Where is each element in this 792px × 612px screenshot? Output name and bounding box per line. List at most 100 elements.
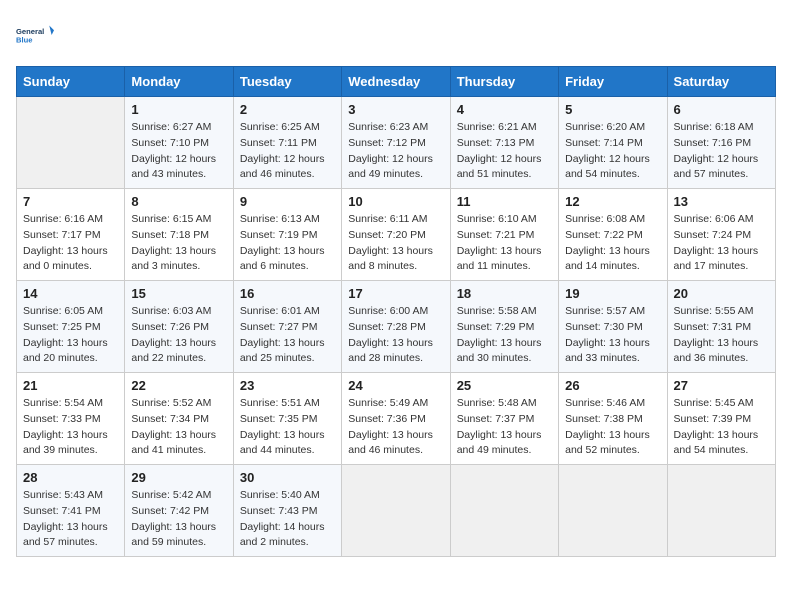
calendar-cell bbox=[450, 465, 558, 557]
day-info: Sunrise: 6:23 AM Sunset: 7:12 PM Dayligh… bbox=[348, 120, 443, 183]
logo: General Blue bbox=[16, 16, 54, 54]
day-info: Sunrise: 6:05 AM Sunset: 7:25 PM Dayligh… bbox=[23, 304, 118, 367]
day-number: 7 bbox=[23, 194, 118, 209]
calendar-cell: 9 Sunrise: 6:13 AM Sunset: 7:19 PM Daylig… bbox=[233, 189, 341, 281]
calendar-cell: 17Sunrise: 6:00 AM Sunset: 7:28 PM Dayli… bbox=[342, 281, 450, 373]
calendar-cell: 26 Sunrise: 5:46 AM Sunset: 7:38 PM Dayli… bbox=[559, 373, 667, 465]
calendar-cell: 6 Sunrise: 6:18 AM Sunset: 7:16 PM Daylig… bbox=[667, 97, 775, 189]
week-row-0: 1 Sunrise: 6:27 AM Sunset: 7:10 PM Daylig… bbox=[17, 97, 776, 189]
calendar-cell: 29 Sunrise: 5:42 AM Sunset: 7:42 PM Dayli… bbox=[125, 465, 233, 557]
day-number: 25 bbox=[457, 378, 552, 393]
day-number: 22 bbox=[131, 378, 226, 393]
calendar-cell: 8 Sunrise: 6:15 AM Sunset: 7:18 PM Daylig… bbox=[125, 189, 233, 281]
calendar-cell: 25 Sunrise: 5:48 AM Sunset: 7:37 PM Dayli… bbox=[450, 373, 558, 465]
calendar-table: SundayMondayTuesdayWednesdayThursdayFrid… bbox=[16, 66, 776, 557]
calendar-cell: 5 Sunrise: 6:20 AM Sunset: 7:14 PM Daylig… bbox=[559, 97, 667, 189]
day-number: 26 bbox=[565, 378, 660, 393]
day-info: Sunrise: 5:48 AM Sunset: 7:37 PM Dayligh… bbox=[457, 396, 552, 459]
day-info: Sunrise: 5:54 AM Sunset: 7:33 PM Dayligh… bbox=[23, 396, 118, 459]
day-info: Sunrise: 5:52 AM Sunset: 7:34 PM Dayligh… bbox=[131, 396, 226, 459]
svg-text:General: General bbox=[16, 27, 44, 36]
day-info: Sunrise: 6:16 AM Sunset: 7:17 PM Dayligh… bbox=[23, 212, 118, 275]
calendar-cell: 10 Sunrise: 6:11 AM Sunset: 7:20 PM Dayli… bbox=[342, 189, 450, 281]
header-wednesday: Wednesday bbox=[342, 67, 450, 97]
day-info: Sunrise: 5:42 AM Sunset: 7:42 PM Dayligh… bbox=[131, 488, 226, 551]
calendar-cell: 21Sunrise: 5:54 AM Sunset: 7:33 PM Dayli… bbox=[17, 373, 125, 465]
day-number: 20 bbox=[674, 286, 769, 301]
calendar-cell: 12 Sunrise: 6:08 AM Sunset: 7:22 PM Dayli… bbox=[559, 189, 667, 281]
day-number: 9 bbox=[240, 194, 335, 209]
day-info: Sunrise: 5:55 AM Sunset: 7:31 PM Dayligh… bbox=[674, 304, 769, 367]
calendar-cell: 18 Sunrise: 5:58 AM Sunset: 7:29 PM Dayli… bbox=[450, 281, 558, 373]
calendar-cell: 4Sunrise: 6:21 AM Sunset: 7:13 PM Daylig… bbox=[450, 97, 558, 189]
day-info: Sunrise: 6:20 AM Sunset: 7:14 PM Dayligh… bbox=[565, 120, 660, 183]
day-number: 10 bbox=[348, 194, 443, 209]
day-number: 15 bbox=[131, 286, 226, 301]
day-number: 18 bbox=[457, 286, 552, 301]
day-number: 12 bbox=[565, 194, 660, 209]
day-number: 6 bbox=[674, 102, 769, 117]
day-info: Sunrise: 5:46 AM Sunset: 7:38 PM Dayligh… bbox=[565, 396, 660, 459]
day-info: Sunrise: 5:45 AM Sunset: 7:39 PM Dayligh… bbox=[674, 396, 769, 459]
day-info: Sunrise: 6:11 AM Sunset: 7:20 PM Dayligh… bbox=[348, 212, 443, 275]
day-info: Sunrise: 6:01 AM Sunset: 7:27 PM Dayligh… bbox=[240, 304, 335, 367]
day-number: 5 bbox=[565, 102, 660, 117]
header-saturday: Saturday bbox=[667, 67, 775, 97]
day-info: Sunrise: 5:40 AM Sunset: 7:43 PM Dayligh… bbox=[240, 488, 335, 551]
day-number: 13 bbox=[674, 194, 769, 209]
day-info: Sunrise: 6:15 AM Sunset: 7:18 PM Dayligh… bbox=[131, 212, 226, 275]
day-number: 8 bbox=[131, 194, 226, 209]
day-info: Sunrise: 5:43 AM Sunset: 7:41 PM Dayligh… bbox=[23, 488, 118, 551]
calendar-cell: 16 Sunrise: 6:01 AM Sunset: 7:27 PM Dayli… bbox=[233, 281, 341, 373]
day-number: 1 bbox=[131, 102, 226, 117]
day-info: Sunrise: 6:27 AM Sunset: 7:10 PM Dayligh… bbox=[131, 120, 226, 183]
day-info: Sunrise: 6:10 AM Sunset: 7:21 PM Dayligh… bbox=[457, 212, 552, 275]
day-number: 3 bbox=[348, 102, 443, 117]
page-header: General Blue bbox=[16, 16, 776, 54]
day-info: Sunrise: 6:06 AM Sunset: 7:24 PM Dayligh… bbox=[674, 212, 769, 275]
week-row-2: 14 Sunrise: 6:05 AM Sunset: 7:25 PM Dayli… bbox=[17, 281, 776, 373]
calendar-cell: 13 Sunrise: 6:06 AM Sunset: 7:24 PM Dayli… bbox=[667, 189, 775, 281]
calendar-cell bbox=[667, 465, 775, 557]
day-info: Sunrise: 6:25 AM Sunset: 7:11 PM Dayligh… bbox=[240, 120, 335, 183]
week-row-4: 28 Sunrise: 5:43 AM Sunset: 7:41 PM Dayli… bbox=[17, 465, 776, 557]
calendar-cell: 20 Sunrise: 5:55 AM Sunset: 7:31 PM Dayli… bbox=[667, 281, 775, 373]
day-info: Sunrise: 6:13 AM Sunset: 7:19 PM Dayligh… bbox=[240, 212, 335, 275]
svg-text:Blue: Blue bbox=[16, 36, 32, 45]
calendar-cell: 15 Sunrise: 6:03 AM Sunset: 7:26 PM Dayli… bbox=[125, 281, 233, 373]
calendar-cell: 11Sunrise: 6:10 AM Sunset: 7:21 PM Dayli… bbox=[450, 189, 558, 281]
calendar-cell: 24 Sunrise: 5:49 AM Sunset: 7:36 PM Dayli… bbox=[342, 373, 450, 465]
calendar-cell: 2 Sunrise: 6:25 AM Sunset: 7:11 PM Daylig… bbox=[233, 97, 341, 189]
day-number: 30 bbox=[240, 470, 335, 485]
day-info: Sunrise: 5:49 AM Sunset: 7:36 PM Dayligh… bbox=[348, 396, 443, 459]
day-info: Sunrise: 6:21 AM Sunset: 7:13 PM Dayligh… bbox=[457, 120, 552, 183]
calendar-cell: 7 Sunrise: 6:16 AM Sunset: 7:17 PM Daylig… bbox=[17, 189, 125, 281]
header-monday: Monday bbox=[125, 67, 233, 97]
day-info: Sunrise: 5:57 AM Sunset: 7:30 PM Dayligh… bbox=[565, 304, 660, 367]
day-info: Sunrise: 6:18 AM Sunset: 7:16 PM Dayligh… bbox=[674, 120, 769, 183]
calendar-cell: 28 Sunrise: 5:43 AM Sunset: 7:41 PM Dayli… bbox=[17, 465, 125, 557]
day-info: Sunrise: 6:00 AM Sunset: 7:28 PM Dayligh… bbox=[348, 304, 443, 367]
calendar-cell: 14 Sunrise: 6:05 AM Sunset: 7:25 PM Dayli… bbox=[17, 281, 125, 373]
day-number: 29 bbox=[131, 470, 226, 485]
calendar-cell bbox=[559, 465, 667, 557]
calendar-cell: 19 Sunrise: 5:57 AM Sunset: 7:30 PM Dayli… bbox=[559, 281, 667, 373]
day-info: Sunrise: 6:08 AM Sunset: 7:22 PM Dayligh… bbox=[565, 212, 660, 275]
calendar-cell bbox=[17, 97, 125, 189]
day-number: 2 bbox=[240, 102, 335, 117]
calendar-cell: 27 Sunrise: 5:45 AM Sunset: 7:39 PM Dayli… bbox=[667, 373, 775, 465]
day-number: 19 bbox=[565, 286, 660, 301]
header-friday: Friday bbox=[559, 67, 667, 97]
header-row: SundayMondayTuesdayWednesdayThursdayFrid… bbox=[17, 67, 776, 97]
day-number: 24 bbox=[348, 378, 443, 393]
day-info: Sunrise: 5:58 AM Sunset: 7:29 PM Dayligh… bbox=[457, 304, 552, 367]
day-number: 28 bbox=[23, 470, 118, 485]
calendar-cell: 3 Sunrise: 6:23 AM Sunset: 7:12 PM Daylig… bbox=[342, 97, 450, 189]
day-number: 23 bbox=[240, 378, 335, 393]
calendar-cell: 30 Sunrise: 5:40 AM Sunset: 7:43 PM Dayli… bbox=[233, 465, 341, 557]
day-info: Sunrise: 6:03 AM Sunset: 7:26 PM Dayligh… bbox=[131, 304, 226, 367]
day-number: 27 bbox=[674, 378, 769, 393]
day-number: 14 bbox=[23, 286, 118, 301]
header-thursday: Thursday bbox=[450, 67, 558, 97]
day-number: 16 bbox=[240, 286, 335, 301]
